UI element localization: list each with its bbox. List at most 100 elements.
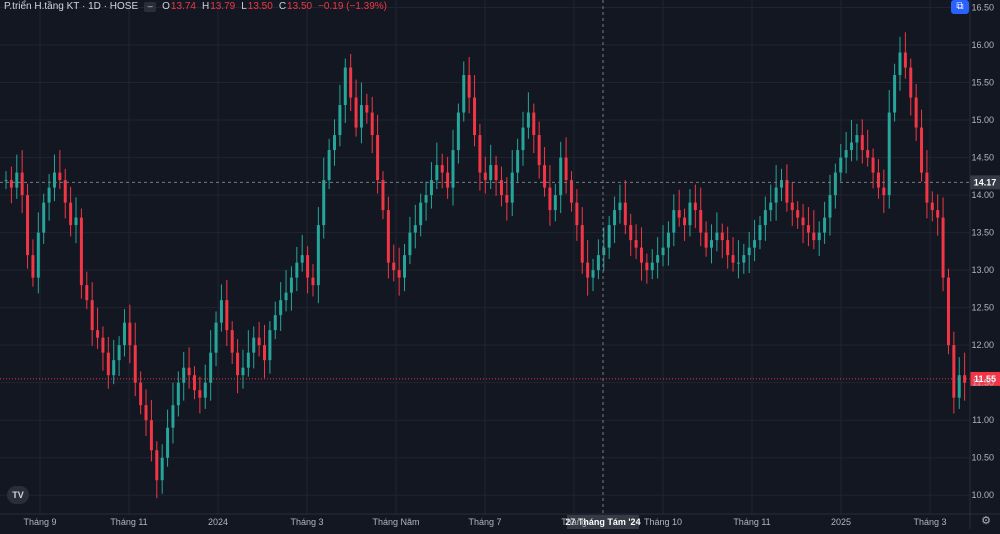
candle[interactable] — [753, 219, 757, 262]
candle[interactable] — [887, 90, 891, 209]
candle[interactable] — [403, 243, 407, 292]
candle-body[interactable] — [284, 292, 288, 301]
candle[interactable] — [478, 123, 482, 191]
candle-body[interactable] — [596, 255, 600, 271]
candle[interactable] — [85, 271, 89, 310]
candle-body[interactable] — [801, 217, 805, 226]
candle[interactable] — [801, 204, 805, 244]
candle-body[interactable] — [677, 210, 681, 218]
candle-body[interactable] — [279, 300, 283, 316]
candle[interactable] — [219, 284, 223, 332]
candle-body[interactable] — [780, 180, 784, 188]
candle-body[interactable] — [618, 202, 622, 211]
candle-body[interactable] — [661, 247, 665, 256]
candle-body[interactable] — [117, 345, 121, 361]
candle[interactable] — [516, 138, 520, 182]
candle-body[interactable] — [946, 277, 950, 346]
candle-body[interactable] — [58, 172, 62, 181]
candle-body[interactable] — [645, 262, 649, 271]
candle-body[interactable] — [909, 67, 913, 98]
candle[interactable] — [742, 243, 746, 274]
candle[interactable] — [688, 189, 692, 237]
candle[interactable] — [69, 186, 73, 237]
candle[interactable] — [101, 326, 105, 371]
candle[interactable] — [435, 142, 439, 190]
candle[interactable] — [74, 197, 78, 244]
candle-body[interactable] — [257, 337, 261, 346]
candle-body[interactable] — [726, 240, 730, 256]
candle-body[interactable] — [893, 75, 897, 113]
candle-body[interactable] — [268, 330, 272, 361]
candle[interactable] — [946, 268, 950, 355]
candle-body[interactable] — [839, 157, 843, 173]
candle[interactable] — [823, 201, 827, 244]
candle[interactable] — [473, 75, 477, 147]
candle-body[interactable] — [763, 210, 767, 226]
candle-body[interactable] — [473, 97, 477, 136]
candle-body[interactable] — [327, 150, 331, 181]
candle-body[interactable] — [478, 135, 482, 173]
candle-body[interactable] — [903, 52, 907, 68]
candle-body[interactable] — [42, 202, 46, 233]
candle-body[interactable] — [914, 97, 918, 128]
candle[interactable] — [182, 351, 186, 401]
candle[interactable] — [850, 120, 854, 162]
chart-svg[interactable]: 14.1727 Tháng Tám '2411.55 10.0010.5011.… — [0, 0, 1000, 529]
candle[interactable] — [903, 32, 907, 79]
candle[interactable] — [376, 114, 380, 194]
candle-body[interactable] — [333, 135, 337, 151]
candle-body[interactable] — [128, 322, 132, 346]
candle-body[interactable] — [166, 427, 170, 458]
candle-body[interactable] — [564, 157, 568, 181]
candle[interactable] — [661, 225, 665, 267]
symbol-title[interactable]: P.triển H.tầng KT · 1D · HOSE — [4, 1, 138, 13]
candle-body[interactable] — [952, 345, 956, 398]
candle[interactable] — [359, 82, 363, 144]
candle[interactable] — [327, 138, 331, 190]
candle[interactable] — [15, 154, 19, 199]
candle-body[interactable] — [774, 187, 778, 203]
candle-body[interactable] — [63, 180, 67, 203]
candle[interactable] — [133, 322, 137, 397]
candle-body[interactable] — [122, 322, 126, 346]
candle[interactable] — [284, 270, 288, 312]
candle[interactable] — [209, 330, 213, 401]
candle-body[interactable] — [731, 255, 735, 263]
candle-body[interactable] — [855, 135, 859, 143]
candle[interactable] — [720, 223, 724, 259]
candle-body[interactable] — [9, 180, 13, 188]
candle-body[interactable] — [823, 217, 827, 233]
candle[interactable] — [963, 352, 967, 401]
candle[interactable] — [494, 156, 498, 196]
candle-body[interactable] — [311, 277, 315, 286]
candle-body[interactable] — [273, 315, 277, 331]
candle-body[interactable] — [898, 52, 902, 76]
candle-body[interactable] — [365, 105, 369, 113]
candle[interactable] — [440, 153, 444, 189]
candle[interactable] — [149, 399, 153, 462]
candle-body[interactable] — [709, 240, 713, 248]
candle-body[interactable] — [182, 367, 186, 383]
candle[interactable] — [618, 184, 622, 224]
candle-body[interactable] — [683, 217, 687, 226]
candle-body[interactable] — [850, 142, 854, 151]
candle-body[interactable] — [936, 210, 940, 218]
candle[interactable] — [408, 216, 412, 265]
candle-body[interactable] — [316, 225, 320, 286]
candle-body[interactable] — [672, 210, 676, 233]
candle-body[interactable] — [467, 75, 471, 98]
candle[interactable] — [20, 150, 24, 214]
candle[interactable] — [796, 201, 800, 229]
candle[interactable] — [424, 181, 428, 221]
candle[interactable] — [446, 156, 450, 199]
candle[interactable] — [456, 103, 460, 164]
candle[interactable] — [596, 239, 600, 280]
candle-body[interactable] — [359, 105, 363, 128]
candle-body[interactable] — [26, 195, 30, 256]
candle[interactable] — [257, 321, 261, 357]
candle-body[interactable] — [424, 195, 428, 203]
candle-body[interactable] — [74, 217, 78, 226]
candle[interactable] — [925, 150, 929, 219]
candle[interactable] — [365, 93, 369, 124]
candle-body[interactable] — [882, 187, 886, 196]
